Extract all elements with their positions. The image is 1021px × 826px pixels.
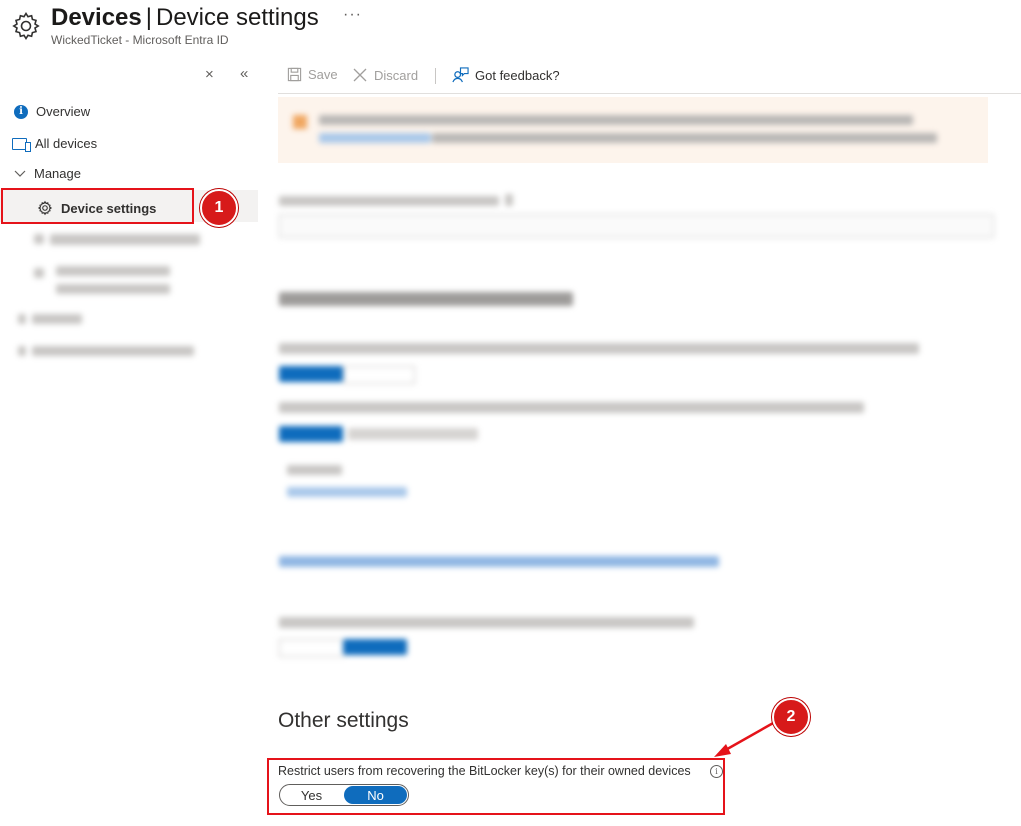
title-separator: | [145, 4, 152, 31]
sidebar-item-overview[interactable]: i Overview [14, 104, 90, 119]
info-banner [278, 97, 988, 163]
other-settings-heading: Other settings [278, 709, 409, 732]
feedback-label: Got feedback? [475, 68, 560, 83]
annotation-badge-2: 2 [772, 698, 810, 736]
breadcrumb: WickedTicket - Microsoft Entra ID [51, 33, 229, 47]
sidebar-item-label: Manage [34, 166, 81, 181]
sidebar-group-manage[interactable]: Manage [14, 166, 81, 181]
page-subtitle: Device settings [155, 4, 319, 31]
bitlocker-restrict-toggle[interactable]: Yes No [279, 784, 409, 806]
toggle-option-no[interactable]: No [344, 786, 407, 804]
info-icon: i [14, 104, 28, 119]
collapse-sidebar-icon[interactable]: « [240, 65, 248, 82]
toolbar-bottom-border [278, 93, 1021, 94]
page-title-bold: Devices [51, 4, 142, 31]
more-options-button[interactable]: ··· [343, 6, 362, 24]
save-label: Save [308, 67, 338, 82]
save-button[interactable]: Save [287, 67, 338, 82]
bitlocker-restrict-label: Restrict users from recovering the BitLo… [278, 764, 691, 778]
chevron-down-icon [14, 170, 26, 177]
feedback-icon [452, 67, 469, 83]
discard-label: Discard [374, 67, 419, 83]
discard-button[interactable]: Discard [352, 67, 418, 83]
sidebar-item-label: Overview [36, 104, 91, 119]
save-icon [287, 67, 302, 82]
sidebar-item-label: All devices [35, 136, 98, 151]
gear-icon [12, 11, 40, 41]
close-icon [353, 68, 367, 82]
sidebar-item-all-devices[interactable]: All devices [12, 136, 98, 152]
close-icon[interactable]: × [205, 66, 214, 83]
page-title: Devices | Device settings [51, 4, 319, 32]
feedback-button[interactable]: Got feedback? [452, 67, 560, 84]
devices-icon [12, 137, 31, 152]
highlight-box-device-settings [1, 188, 194, 224]
toolbar-divider [435, 68, 436, 84]
toggle-option-yes[interactable]: Yes [280, 785, 343, 805]
annotation-badge-1: 1 [200, 189, 238, 227]
